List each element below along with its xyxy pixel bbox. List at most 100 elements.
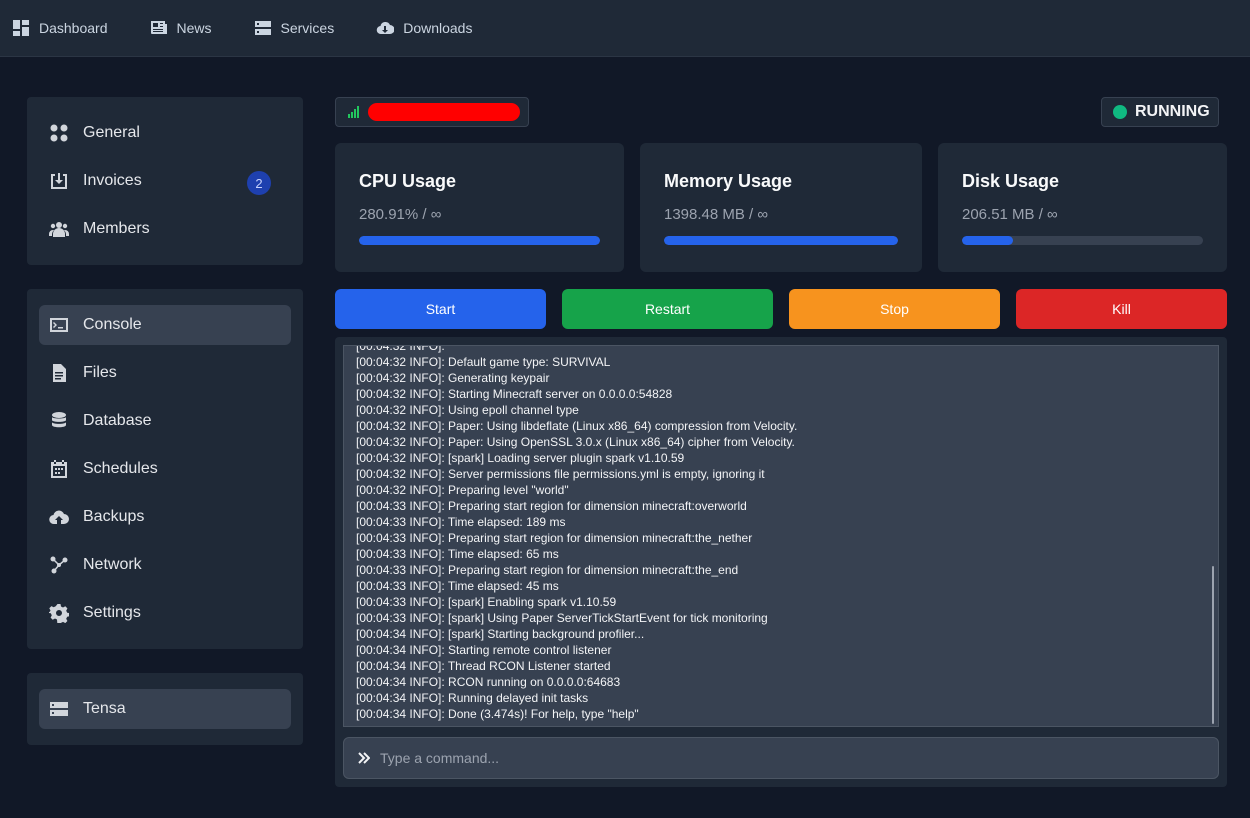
sidebar-item-label: General [83,124,140,141]
sidebar-item-invoices[interactable]: Invoices 2 [39,161,291,201]
newspaper-icon [150,21,167,34]
cpu-usage-bar [359,236,600,245]
console-panel: [00:04:32 INFO]: [00:04:32 INFO]: Defaul… [335,337,1227,787]
sidebar-item-label: Network [83,556,142,573]
memory-usage-card: Memory Usage 1398.48 MB / ∞ [640,143,922,272]
cloud-download-icon [376,21,395,35]
server-icon [254,21,271,35]
server-name-box [335,97,529,127]
signal-icon [348,106,359,118]
server-status-badge: RUNNING [1101,97,1219,127]
stop-button[interactable]: Stop [789,289,1000,329]
sidebar-node-panel: Tensa [27,673,303,745]
console-line: [00:04:34 INFO]: RCON running on 0.0.0.0… [356,675,621,689]
sidebar-server-panel: Console Files Database Schedules Backups… [27,289,303,649]
sidebar-item-settings[interactable]: Settings [39,593,291,633]
command-input[interactable] [380,750,1180,766]
console-line: [00:04:33 INFO]: Preparing start region … [356,563,739,577]
users-icon [49,222,69,237]
nav-news[interactable]: News [150,19,212,37]
cpu-usage-title: CPU Usage [359,171,457,191]
sidebar-item-members[interactable]: Members [39,209,291,249]
dashboard-icon [13,20,29,36]
start-button[interactable]: Start [335,289,546,329]
console-line: [00:04:34 INFO]: Thread RCON Listener st… [356,659,611,673]
console-line: [00:04:33 INFO]: Time elapsed: 65 ms [356,547,559,561]
disk-usage-title: Disk Usage [962,171,1060,191]
sidebar-item-backups[interactable]: Backups [39,497,291,537]
calendar-icon [51,460,67,478]
console-line: [00:04:32 INFO]: Generating keypair [356,371,550,385]
console-line: [00:04:34 INFO]: [spark] Starting backgr… [356,627,645,641]
memory-usage-title: Memory Usage [664,171,793,191]
grid-icon [50,124,68,142]
console-line: [00:04:32 INFO]: Starting Minecraft serv… [356,387,673,401]
console-line: [00:04:34 INFO]: Running delayed init ta… [356,691,589,705]
console-line: [00:04:32 INFO]: Preparing level "world" [356,483,569,497]
inbox-download-icon [51,173,67,189]
sidebar-item-network[interactable]: Network [39,545,291,585]
sidebar-item-general[interactable]: General [39,113,291,153]
memory-usage-bar-fill [664,236,898,245]
file-icon [53,364,66,382]
console-line: [00:04:33 INFO]: Preparing start region … [356,499,747,513]
nav-services[interactable]: Services [254,19,335,37]
console-line: [00:04:33 INFO]: [spark] Enabling spark … [356,595,617,609]
redacted-server-name [368,103,520,121]
server-icon [50,702,68,716]
console-line: [00:04:33 INFO]: Time elapsed: 45 ms [356,579,559,593]
cpu-usage-card: CPU Usage 280.91% / ∞ [335,143,624,272]
console-line: [00:04:34 INFO]: Starting remote control… [356,643,612,657]
disk-usage-bar-fill [962,236,1013,245]
status-dot [1113,105,1127,119]
sidebar-item-label: Database [83,412,152,429]
nav-downloads-label: Downloads [403,20,473,36]
sidebar-account-panel: General Invoices 2 Members [27,97,303,265]
sidebar-item-database[interactable]: Database [39,401,291,441]
network-icon [50,556,68,574]
command-bar [343,737,1219,779]
restart-button[interactable]: Restart [562,289,773,329]
sidebar-item-label: Settings [83,604,141,621]
sidebar-item-console[interactable]: Console [39,305,291,345]
console-line: [00:04:32 INFO]: Paper: Using libdeflate… [356,419,798,433]
gear-icon [49,604,69,623]
sidebar-item-label: Invoices [83,172,142,189]
status-label: RUNNING [1135,103,1210,120]
console-line: [00:04:32 INFO]: Default game type: SURV… [356,355,611,369]
cpu-usage-value: 280.91% / ∞ [359,206,442,223]
sidebar-item-files[interactable]: Files [39,353,291,393]
nav-news-label: News [176,20,212,36]
cpu-usage-bar-fill [359,236,600,245]
sidebar-item-label: Console [83,316,142,333]
memory-usage-value: 1398.48 MB / ∞ [664,206,769,223]
cloud-upload-icon [49,510,69,525]
console-line: [00:04:34 INFO]: Done (3.474s)! For help… [356,707,639,721]
console-scrollbar[interactable] [1212,566,1214,724]
memory-usage-bar [664,236,898,245]
console-line: [00:04:32 INFO]: Server permissions file… [356,467,765,481]
sidebar-item-label: Files [83,364,117,381]
sidebar-item-label: Schedules [83,460,158,477]
nav-dashboard[interactable]: Dashboard [12,19,108,37]
top-nav: Dashboard News Services Downloads [0,0,1250,57]
console-line: [00:04:33 INFO]: Preparing start region … [356,531,753,545]
nav-downloads[interactable]: Downloads [376,19,472,37]
database-icon [52,412,66,428]
sidebar-item-schedules[interactable]: Schedules [39,449,291,489]
terminal-icon [50,318,68,332]
console-line: [00:04:32 INFO]: [356,345,445,353]
disk-usage-card: Disk Usage 206.51 MB / ∞ [938,143,1227,272]
sidebar-item-label: Tensa [83,700,126,717]
console-output[interactable]: [00:04:32 INFO]: [00:04:32 INFO]: Defaul… [343,345,1219,727]
disk-usage-bar [962,236,1203,245]
console-line: [00:04:32 INFO]: Using epoll channel typ… [356,403,579,417]
sidebar-item-label: Backups [83,508,145,525]
nav-dashboard-label: Dashboard [39,20,108,36]
nav-services-label: Services [280,20,335,36]
chevrons-right-icon [358,752,370,764]
invoices-count-badge: 2 [247,171,271,195]
sidebar-item-tensa[interactable]: Tensa [39,689,291,729]
console-line: [00:04:33 INFO]: [spark] Using Paper Ser… [356,611,768,625]
kill-button[interactable]: Kill [1016,289,1227,329]
